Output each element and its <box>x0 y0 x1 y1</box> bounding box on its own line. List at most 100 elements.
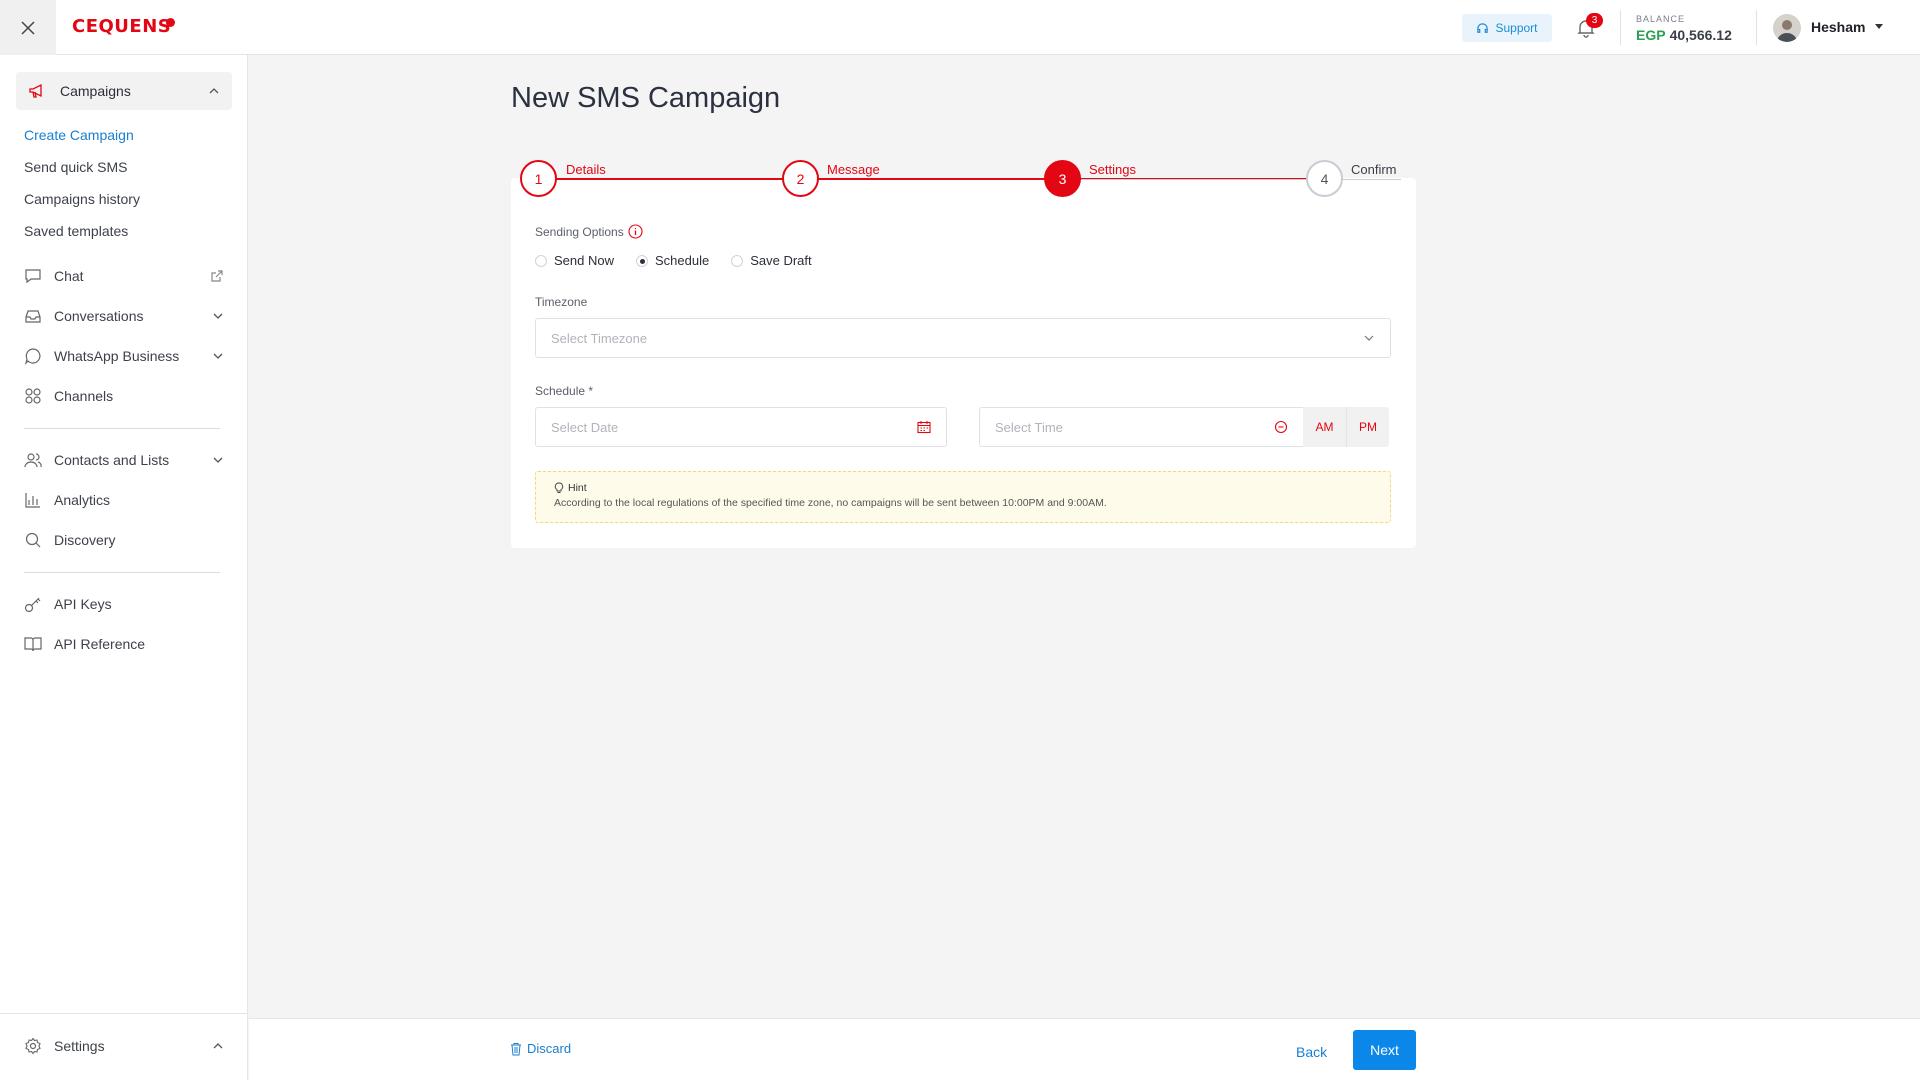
book-icon <box>24 637 42 652</box>
sidebar-item-discovery[interactable]: Discovery <box>24 528 224 552</box>
support-button[interactable]: Support <box>1462 14 1552 42</box>
timezone-select[interactable]: Select Timezone <box>535 318 1391 358</box>
sidebar-item-label: API Keys <box>54 596 112 612</box>
sidebar-item-conversations[interactable]: Conversations <box>24 304 224 328</box>
step-2-label[interactable]: Message <box>827 162 880 177</box>
megaphone-icon <box>29 83 42 98</box>
chevron-down-icon <box>213 313 223 319</box>
footer-bar <box>249 1018 1920 1080</box>
sidebar-item-label: Analytics <box>54 492 111 508</box>
divider <box>24 428 220 429</box>
support-label: Support <box>1495 21 1538 35</box>
sidebar-subitem-saved-templates[interactable]: Saved templates <box>24 223 128 239</box>
divider <box>1756 10 1757 45</box>
sending-options-text: Sending Options <box>535 224 624 239</box>
clock-icon[interactable] <box>1274 420 1288 434</box>
sidebar-item-label: Chat <box>54 268 84 284</box>
discard-button[interactable]: Discard <box>510 1041 571 1056</box>
balance-value: EGP 40,566.12 <box>1636 27 1732 43</box>
chevron-up-icon <box>213 1043 223 1049</box>
bar-chart-icon <box>25 493 40 508</box>
sidebar-item-contacts-and-lists[interactable]: Contacts and Lists <box>24 448 224 472</box>
logo-dot <box>166 18 175 27</box>
sidebar-subitem-send-quick-sms[interactable]: Send quick SMS <box>24 159 128 175</box>
balance-amount: 40,566.12 <box>1669 27 1732 43</box>
chevron-down-icon[interactable] <box>1875 24 1883 29</box>
step-4-circle[interactable]: 4 <box>1306 160 1343 197</box>
chevron-down-icon <box>213 457 223 463</box>
trash-icon <box>511 1042 521 1055</box>
sending-options-label: Sending Options <box>535 224 643 239</box>
chevron-up-icon <box>209 88 219 94</box>
back-button[interactable]: Back <box>1296 1044 1327 1060</box>
calendar-icon[interactable] <box>917 420 931 434</box>
sidebar-footer: Settings <box>0 1013 248 1080</box>
sidebar-item-analytics[interactable]: Analytics <box>24 488 224 512</box>
radio-label: Schedule <box>654 253 710 268</box>
user-avatar-icon <box>1777 20 1797 42</box>
stepper-remaining-line <box>1081 179 1401 180</box>
radio-schedule[interactable]: Schedule <box>635 253 710 268</box>
sending-options-group: Send Now Schedule Save Draft <box>535 253 834 268</box>
hint-text: According to the local regulations of th… <box>554 497 1107 509</box>
next-button[interactable]: Next <box>1353 1030 1416 1070</box>
sidebar-item-campaigns[interactable]: Campaigns <box>16 72 232 110</box>
date-placeholder: Select Date <box>551 419 619 435</box>
avatar[interactable] <box>1773 14 1801 42</box>
sidebar-item-whatsapp-business[interactable]: WhatsApp Business <box>24 344 224 368</box>
sidebar-item-chat[interactable]: Chat <box>24 264 224 288</box>
hint-title: Hint <box>554 482 1372 494</box>
time-placeholder: Select Time <box>995 419 1063 435</box>
username[interactable]: Hesham <box>1811 19 1865 35</box>
step-1-circle[interactable]: 1 <box>520 160 557 197</box>
sidebar-item-label: Conversations <box>54 308 144 324</box>
sidebar-item-label: Discovery <box>54 532 116 548</box>
timezone-placeholder: Select Timezone <box>551 330 648 346</box>
radio-indicator[interactable] <box>731 254 744 267</box>
whatsapp-icon <box>24 348 41 365</box>
balance-currency: EGP <box>1636 27 1666 43</box>
divider <box>24 572 220 573</box>
radio-indicator[interactable] <box>535 254 547 267</box>
hint-box: Hint According to the local regulations … <box>535 471 1391 523</box>
inbox-icon <box>25 310 41 323</box>
sidebar-item-label: Channels <box>54 388 114 404</box>
time-input[interactable]: Select Time <box>979 407 1304 447</box>
close-sidebar-button[interactable] <box>0 0 56 55</box>
chevron-down-icon <box>1364 335 1374 341</box>
headset-icon <box>1477 22 1489 33</box>
date-input[interactable]: Select Date <box>535 407 947 447</box>
chevron-down-icon <box>213 353 223 359</box>
key-icon <box>24 597 41 613</box>
step-2-circle[interactable]: 2 <box>782 160 819 197</box>
contacts-icon <box>24 453 42 468</box>
sidebar-subitem-create-campaign[interactable]: Create Campaign <box>24 127 134 143</box>
sidebar-item-api-reference[interactable]: API Reference <box>24 632 224 656</box>
am-toggle[interactable]: AM <box>1303 407 1346 447</box>
sidebar-item-channels[interactable]: Channels <box>24 384 224 408</box>
sidebar-item-settings[interactable]: Settings <box>24 1034 224 1058</box>
step-3-label[interactable]: Settings <box>1089 162 1136 177</box>
grid-icon <box>25 388 41 404</box>
radio-indicator-selected[interactable] <box>635 254 648 267</box>
radio-label: Send Now <box>554 253 614 268</box>
divider <box>1620 10 1621 45</box>
balance-label: BALANCE <box>1636 14 1686 24</box>
sidebar-item-label: API Reference <box>54 636 146 652</box>
info-icon[interactable] <box>628 224 643 239</box>
pm-toggle[interactable]: PM <box>1346 407 1389 447</box>
radio-send-now[interactable]: Send Now <box>535 253 614 268</box>
gear-icon <box>25 1037 41 1055</box>
logo[interactable]: CEQUENS <box>72 16 171 37</box>
radio-save-draft[interactable]: Save Draft <box>731 253 812 268</box>
top-bar: CEQUENS Support 3 BALANCE EGP 40,566.12 H… <box>0 0 1920 55</box>
step-4-label[interactable]: Confirm <box>1351 162 1397 177</box>
schedule-label: Schedule * <box>535 384 594 398</box>
search-icon <box>25 532 41 548</box>
lightbulb-icon <box>554 482 564 493</box>
step-3-circle[interactable]: 3 <box>1044 160 1081 197</box>
step-1-label[interactable]: Details <box>566 162 606 177</box>
discard-label: Discard <box>527 1041 572 1056</box>
sidebar-subitem-campaigns-history[interactable]: Campaigns history <box>24 191 140 207</box>
sidebar-item-api-keys[interactable]: API Keys <box>24 592 224 616</box>
